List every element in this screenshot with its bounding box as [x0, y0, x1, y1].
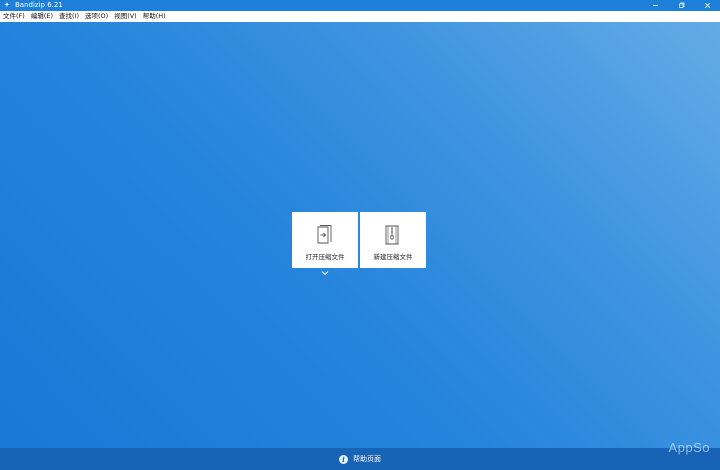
- title-bar: ✦ Bandizip 6.21: [0, 0, 720, 11]
- open-archive-label: 打开压缩文件: [305, 253, 345, 261]
- minimize-button[interactable]: [642, 0, 668, 11]
- help-page-link[interactable]: 帮助页面: [353, 454, 381, 464]
- menu-options[interactable]: 选项(O): [82, 11, 111, 22]
- minimize-icon: [652, 5, 658, 6]
- close-icon: [704, 2, 710, 9]
- main-area: 打开压缩文件 新建压缩文件: [0, 22, 720, 448]
- maximize-button[interactable]: [668, 0, 694, 11]
- open-archive-button[interactable]: 打开压缩文件: [292, 212, 358, 268]
- help-bar[interactable]: i 帮助页面: [0, 448, 720, 470]
- info-icon: i: [339, 454, 348, 464]
- chevron-down-icon[interactable]: [321, 270, 329, 276]
- close-button[interactable]: [694, 0, 720, 11]
- menu-find[interactable]: 查找(I): [56, 11, 82, 22]
- menu-view[interactable]: 视图(V): [111, 11, 140, 22]
- app-icon: ✦: [4, 1, 10, 9]
- window-title: Bandizip 6.21: [15, 1, 63, 9]
- menu-help[interactable]: 帮助(H): [140, 11, 169, 22]
- watermark: AppSo: [668, 440, 710, 455]
- new-archive-button[interactable]: 新建压缩文件: [360, 212, 426, 268]
- restore-icon: [678, 2, 684, 8]
- menu-edit[interactable]: 编辑(E): [28, 11, 56, 22]
- new-archive-icon: [385, 225, 399, 245]
- open-archive-icon: [317, 225, 332, 244]
- menu-file[interactable]: 文件(F): [0, 11, 28, 22]
- new-archive-label: 新建压缩文件: [373, 253, 413, 261]
- window-controls: [642, 0, 720, 11]
